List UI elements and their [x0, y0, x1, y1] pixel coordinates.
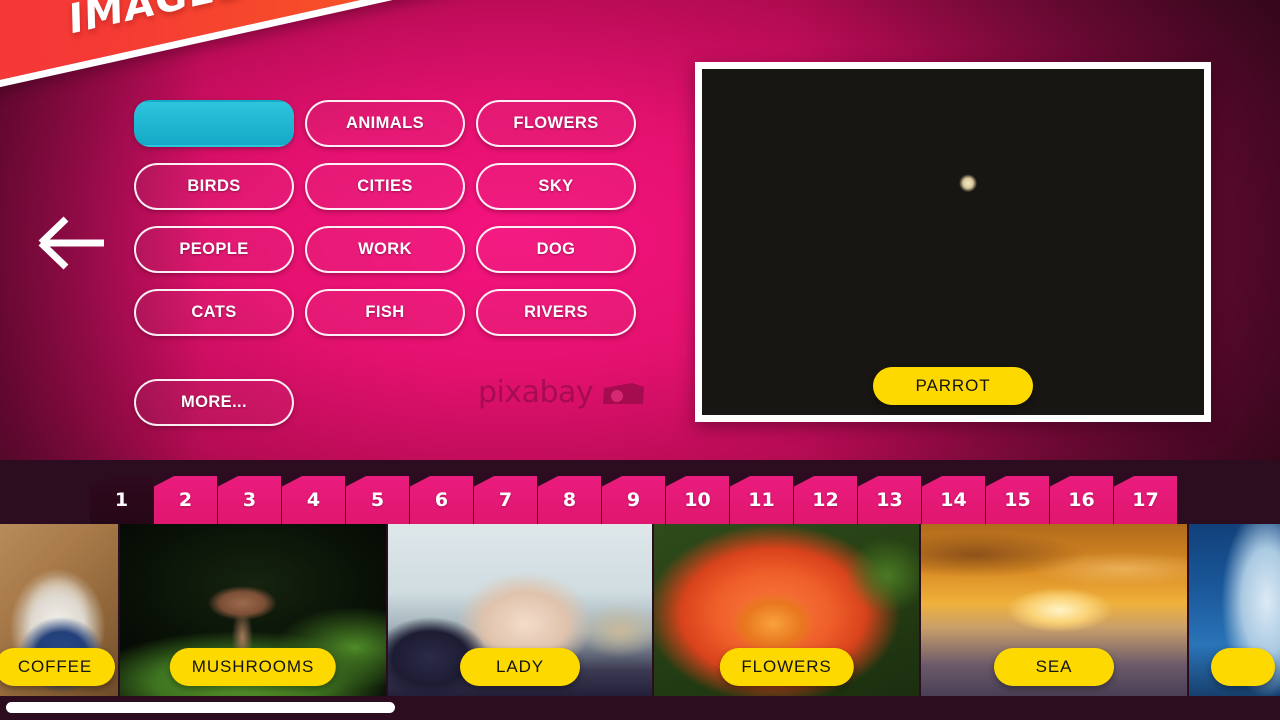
thumbnail-winter[interactable] [1189, 524, 1280, 696]
category-button-flowers[interactable]: FLOWERS [476, 100, 636, 147]
category-label: BIRDS [187, 177, 241, 195]
horizontal-scrollbar-thumb[interactable] [6, 702, 395, 713]
page-tab-10[interactable]: 10 [666, 476, 729, 524]
category-label: PEOPLE [179, 240, 249, 258]
thumbnail-label-flowers[interactable]: FLOWERS [719, 648, 854, 686]
page-tab-label: 1 [114, 489, 129, 511]
page-tab-label: 10 [684, 489, 711, 511]
page-tab-label: 11 [748, 489, 775, 511]
category-button-featured[interactable] [134, 100, 294, 147]
page-tab-8[interactable]: 8 [538, 476, 601, 524]
more-button-label: MORE... [180, 393, 248, 411]
category-label: FLOWERS [513, 114, 599, 132]
preview-label-button[interactable]: PARROT [873, 367, 1033, 405]
thumbnail-label-text: FLOWERS [741, 657, 832, 676]
page-tab-12[interactable]: 12 [794, 476, 857, 524]
pixabay-wordmark: pixabay [478, 375, 594, 410]
page-tab-4[interactable]: 4 [282, 476, 345, 524]
category-button-work[interactable]: WORK [305, 226, 465, 273]
thumbnail-strip[interactable]: COFFEE MUSHROOMS LADY FLOWERS SEA [0, 524, 1280, 696]
page-tab-15[interactable]: 15 [986, 476, 1049, 524]
app-root: ANIMALS FLOWERS BIRDS CITIES SKY PEOPLE … [0, 0, 1280, 720]
more-button[interactable]: MORE... [134, 379, 294, 426]
category-label: ANIMALS [346, 114, 424, 132]
thumbnail-flowers[interactable]: FLOWERS [654, 524, 921, 696]
category-button-animals[interactable]: ANIMALS [305, 100, 465, 147]
category-grid: ANIMALS FLOWERS BIRDS CITIES SKY PEOPLE … [134, 100, 654, 336]
category-button-people[interactable]: PEOPLE [134, 226, 294, 273]
category-button-cats[interactable]: CATS [134, 289, 294, 336]
thumbnail-coffee[interactable]: COFFEE [0, 524, 120, 696]
category-label: RIVERS [524, 303, 588, 321]
thumbnail-label-text: LADY [495, 657, 544, 676]
page-tab-5[interactable]: 5 [346, 476, 409, 524]
thumbnail-label-winter[interactable] [1211, 648, 1275, 686]
page-tab-16[interactable]: 16 [1050, 476, 1113, 524]
page-tab-2[interactable]: 2 [154, 476, 217, 524]
preview-photo: PARROT [702, 69, 1204, 415]
thumbnail-label-mushrooms[interactable]: MUSHROOMS [169, 648, 337, 686]
back-button[interactable] [24, 200, 116, 286]
page-tab-label: 16 [1068, 489, 1095, 511]
category-button-dog[interactable]: DOG [476, 226, 636, 273]
thumbnail-lady[interactable]: LADY [388, 524, 654, 696]
category-button-sky[interactable]: SKY [476, 163, 636, 210]
thumbnail-label-lady[interactable]: LADY [460, 648, 580, 686]
page-tab-label: 9 [626, 489, 641, 511]
page-tab-13[interactable]: 13 [858, 476, 921, 524]
page-tab-9[interactable]: 9 [602, 476, 665, 524]
camera-icon [603, 382, 645, 404]
thumbnail-label-text: MUSHROOMS [191, 657, 315, 676]
category-label: DOG [536, 240, 576, 258]
page-tab-label: 5 [370, 489, 385, 511]
preview-label-text: PARROT [915, 376, 991, 395]
page-tab-label: 13 [876, 489, 903, 511]
category-label: SKY [538, 177, 574, 195]
category-label: FISH [365, 303, 405, 321]
horizontal-scrollbar-track[interactable] [0, 696, 1280, 720]
pagination-bar: 1 2 3 4 5 6 7 8 9 10 11 12 13 14 15 16 1… [90, 476, 1178, 524]
page-tab-7[interactable]: 7 [474, 476, 537, 524]
page-tab-6[interactable]: 6 [410, 476, 473, 524]
category-button-cities[interactable]: CITIES [305, 163, 465, 210]
page-tab-17[interactable]: 17 [1114, 476, 1177, 524]
arrow-left-icon [38, 216, 104, 270]
page-tab-1[interactable]: 1 [90, 476, 153, 524]
page-tab-label: 4 [306, 489, 321, 511]
thumbnail-label-coffee[interactable]: COFFEE [0, 648, 115, 686]
page-tab-label: 12 [812, 489, 839, 511]
page-tab-label: 17 [1132, 489, 1159, 511]
page-tab-label: 14 [940, 489, 967, 511]
thumbnail-sea[interactable]: SEA [921, 524, 1189, 696]
page-tab-label: 15 [1004, 489, 1031, 511]
category-button-birds[interactable]: BIRDS [134, 163, 294, 210]
category-label: WORK [358, 240, 412, 258]
category-label: CITIES [357, 177, 413, 195]
page-tab-label: 6 [434, 489, 449, 511]
category-button-rivers[interactable]: RIVERS [476, 289, 636, 336]
page-tab-label: 7 [498, 489, 513, 511]
pixabay-attribution: pixabay [478, 375, 646, 410]
thumbnail-label-text: SEA [1035, 657, 1073, 676]
page-tab-14[interactable]: 14 [922, 476, 985, 524]
thumbnail-label-sea[interactable]: SEA [994, 648, 1114, 686]
category-label: CATS [191, 303, 237, 321]
thumbnail-label-text: COFFEE [17, 657, 93, 676]
page-tab-3[interactable]: 3 [218, 476, 281, 524]
page-tab-label: 2 [178, 489, 193, 511]
page-tab-label: 8 [562, 489, 577, 511]
preview-card[interactable]: PARROT [695, 62, 1211, 422]
thumbnail-mushrooms[interactable]: MUSHROOMS [120, 524, 388, 696]
page-tab-label: 3 [242, 489, 257, 511]
category-button-fish[interactable]: FISH [305, 289, 465, 336]
page-tab-11[interactable]: 11 [730, 476, 793, 524]
